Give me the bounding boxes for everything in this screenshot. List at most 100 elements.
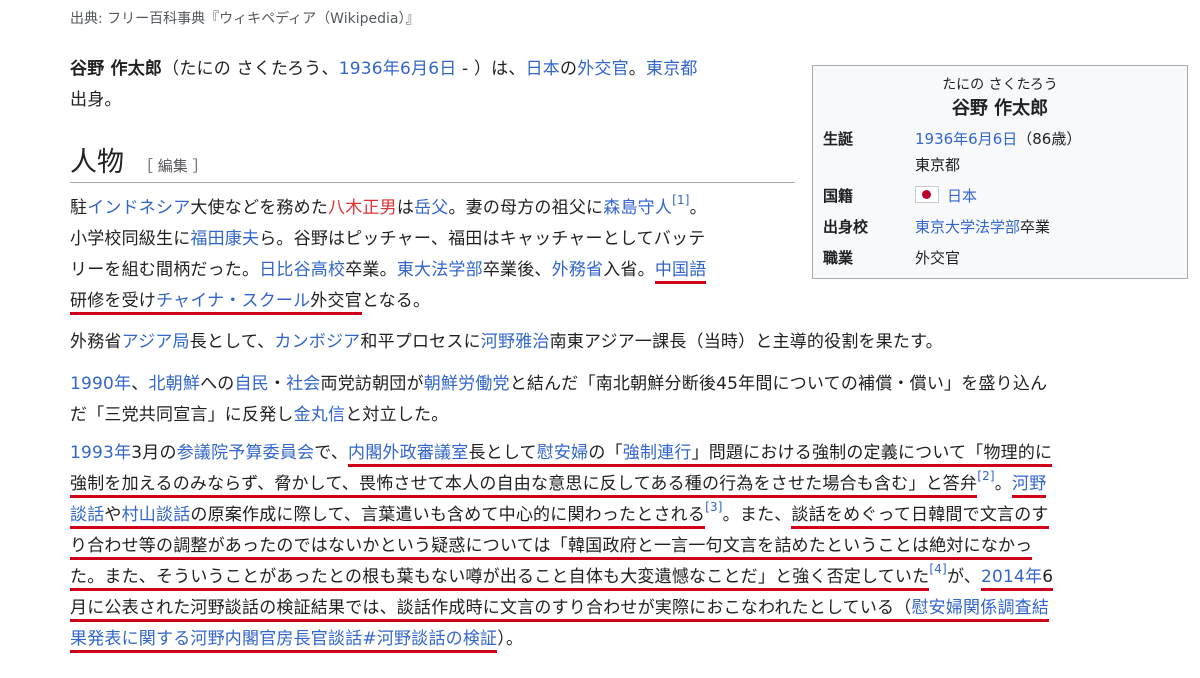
reference-3[interactable]: [3] <box>705 500 723 514</box>
text: と結んだ「南北朝鮮分断後45年間についての補償・償い」を盛り込ん <box>509 374 1048 394</box>
infobox-todai-link[interactable]: 東京大学法学部 <box>915 218 1020 236</box>
text: と対立した。 <box>345 405 449 425</box>
text: 3月の <box>131 443 177 463</box>
kono-statement-verification-link[interactable]: 果発表に関する河野内閣官房長官談話#河野談話の検証 <box>70 629 497 649</box>
infobox-row-nationality: 国籍 日本 <box>823 185 1179 211</box>
infobox-birth-link[interactable]: 1936年6月6日 <box>915 130 1017 148</box>
text: 」問題における強制の定義について「物理的に <box>691 443 1053 463</box>
text: の原案作成に際して、言葉遣いも含めて中心的に関わったとされる <box>190 505 706 525</box>
lead-text: - ）は、 <box>456 59 526 79</box>
infobox-age: （86歳） <box>1017 130 1082 148</box>
comfort-women-link[interactable]: 慰安婦 <box>537 443 589 463</box>
text: 駐 <box>70 198 88 218</box>
text: 強制を加えるのみならず、脅かして、畏怖させて本人の自由な意思に反してある種の行為… <box>70 474 978 494</box>
birth-date-link[interactable]: 1936年6月6日 <box>339 59 457 79</box>
text: ら。谷野はピッチャー、福田はキャッチャーとしてバッテ <box>259 229 706 249</box>
text: り合わせ等の調整があったのではないかという疑惑については「韓国政府と一言一句文言… <box>70 536 1033 556</box>
paragraph-north-korea: 1990年、北朝鮮への自民・社会両党訪朝団が朝鮮労働党と結んだ「南北朝鮮分断後4… <box>70 369 1196 431</box>
kono-masaharu-link[interactable]: 河野雅治 <box>481 332 550 352</box>
year-2014-link[interactable]: 2014年 <box>981 567 1042 587</box>
reference-2[interactable]: [2] <box>977 469 995 483</box>
text: 月に公表された河野談話の検証結果では、談話作成時に文言のすり合わせが実際におこな… <box>70 598 912 618</box>
year-1993-link[interactable]: 1993年 <box>70 443 131 463</box>
diplomat-link[interactable]: 外交官 <box>577 59 629 79</box>
statement-link[interactable]: 談話 <box>70 505 104 525</box>
text: 長として <box>468 443 537 463</box>
text: 談話をめぐって日韓間で文言のす <box>791 505 1049 525</box>
asia-bureau-link[interactable]: アジア局 <box>122 332 190 352</box>
edit-section-link[interactable]: ［ 編集 ］ <box>138 157 208 175</box>
japan-link[interactable]: 日本 <box>526 59 560 79</box>
kono-statement-article-link[interactable]: 慰安婦関係調査結 <box>911 598 1049 618</box>
text: 両党訪朝団が <box>320 374 424 394</box>
kono-link[interactable]: 河野 <box>1012 474 1046 494</box>
jsp-link[interactable]: 社会 <box>286 374 320 394</box>
morishima-link[interactable]: 森島守人 <box>603 198 672 218</box>
budget-committee-link[interactable]: 参議院予算委員会 <box>177 443 315 463</box>
lead-text: 出身。 <box>70 90 122 110</box>
text: 小学校同級生に <box>70 229 191 249</box>
wpk-link[interactable]: 朝鮮労働党 <box>424 374 510 394</box>
forced-recruitment-link[interactable]: 強制連行 <box>623 443 692 463</box>
text: 6 <box>1042 567 1054 587</box>
text: ・ <box>268 374 287 394</box>
lead-text: 。 <box>628 59 646 79</box>
text: ）。 <box>497 629 524 649</box>
hibiya-link[interactable]: 日比谷高校 <box>259 260 345 280</box>
text: リーを組む間柄だった。 <box>70 260 260 280</box>
chinese-language-link[interactable]: 中国語 <box>655 260 707 280</box>
lead-text: の <box>559 59 578 79</box>
tokyo-link[interactable]: 東京都 <box>646 59 698 79</box>
text: 研修を受け <box>70 291 156 311</box>
cambodia-link[interactable]: カンボジア <box>274 332 360 352</box>
indonesia-link[interactable]: インドネシア <box>87 198 190 218</box>
infobox-row-alma-mater: 出身校 東京大学法学部卒業 <box>823 216 1179 242</box>
mofa-link[interactable]: 外務省 <box>552 260 604 280</box>
ldp-link[interactable]: 自民 <box>234 374 268 394</box>
infobox-key: 出身校 <box>823 218 869 236</box>
murayama-statement-link[interactable]: 村山談話 <box>122 505 191 525</box>
text: 。 <box>994 474 1012 494</box>
text: で、 <box>314 443 349 463</box>
year-1990-link[interactable]: 1990年 <box>70 374 131 394</box>
kanemaru-link[interactable]: 金丸信 <box>294 405 346 425</box>
north-korea-link[interactable]: 北朝鮮 <box>148 374 200 394</box>
reference-1[interactable]: [1] <box>672 193 690 207</box>
text: た。また、そういうことがあったとの根も葉もない噂が出ること自体も大変遺憾なことだ… <box>70 567 930 587</box>
infobox-value: 東京大学法学部卒業 <box>915 216 1050 237</box>
text: 和平プロセスに <box>360 332 481 352</box>
text: となる。 <box>361 291 431 311</box>
father-in-law-link[interactable]: 岳父 <box>414 198 448 218</box>
yagi-masao-redlink[interactable]: 八木正男 <box>328 198 397 218</box>
china-school-link[interactable]: チャイナ・スクール <box>156 291 310 311</box>
infobox-key: 国籍 <box>823 187 854 205</box>
cabinet-councillors-office-link[interactable]: 内閣外政審議室 <box>348 443 468 463</box>
text: 入省。 <box>603 260 655 280</box>
paragraph-comfort-women: 1993年3月の参議院予算委員会で、内閣外政審議室長として慰安婦の「強制連行」問… <box>70 438 1196 655</box>
lead-paragraph: 谷野 作太郎（たにの さくたろう、1936年6月6日 - ）は、日本の外交官。東… <box>70 54 790 116</box>
text: 。 <box>689 198 707 218</box>
text: だ「三党共同宣言」に反発し <box>70 405 294 425</box>
reference-4[interactable]: [4] <box>929 562 947 576</box>
text: 。妻の母方の祖父に <box>448 198 604 218</box>
infobox-name: 谷野 作太郎 <box>951 98 1049 119</box>
todai-law-link[interactable]: 東大法学部 <box>397 260 483 280</box>
japan-flag-icon <box>915 186 939 203</box>
text: が、 <box>946 567 981 587</box>
infobox: たにの さくたろう 谷野 作太郎 生誕 1936年6月6日（86歳） 東京都 国… <box>812 65 1188 279</box>
infobox-occupation: 外交官 <box>915 249 961 267</box>
infobox-japan-link[interactable]: 日本 <box>947 187 977 205</box>
infobox-graduation: 卒業 <box>1020 218 1051 236</box>
lead-text: （たにの さくたろう、 <box>162 59 339 79</box>
text: 大使などを務めた <box>190 198 329 218</box>
infobox-key: 生誕 <box>823 130 854 148</box>
text: の「 <box>588 443 623 463</box>
subject-name: 谷野 作太郎 <box>70 59 163 79</box>
text: は <box>396 198 415 218</box>
text: 、 <box>131 374 149 394</box>
text: 南東アジア一課長（当時）と主導的役割を果たす。 <box>549 332 943 352</box>
infobox-kana: たにの さくたろう <box>942 77 1058 93</box>
fukuda-link[interactable]: 福田康夫 <box>190 229 259 249</box>
text: 。また、 <box>722 505 792 525</box>
paragraph-background: 駐インドネシア大使などを務めた八木正男は岳父。妻の母方の祖父に森島守人[1]。小… <box>70 193 795 317</box>
